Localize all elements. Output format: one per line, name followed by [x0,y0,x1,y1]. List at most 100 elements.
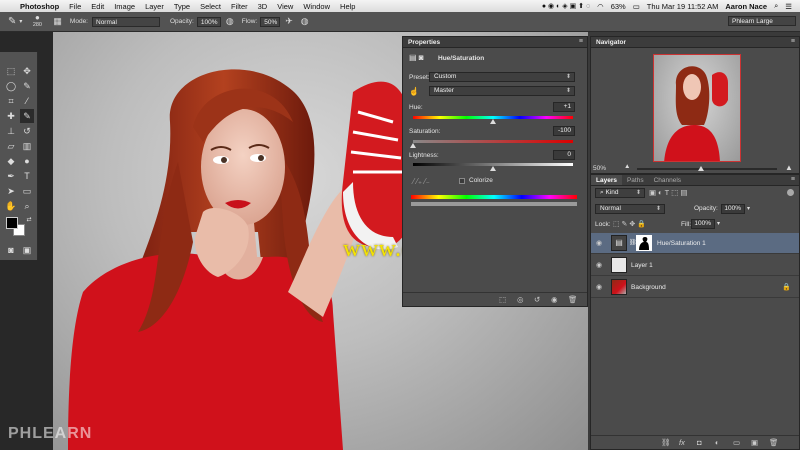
panel-menu-icon[interactable]: ≡ [791,38,795,45]
visibility-icon[interactable]: ◉ [551,295,558,304]
notification-icon[interactable]: ☰ [785,2,792,11]
mode-select[interactable]: Normal [92,16,160,27]
airbrush-icon[interactable]: ✈ [285,16,293,27]
layer-fill-field[interactable]: 100% [691,219,715,229]
dodge-icon[interactable]: ● [20,154,34,168]
saturation-slider-thumb[interactable] [410,143,416,148]
lightness-slider-thumb[interactable] [490,166,496,171]
panel-menu-icon[interactable]: ≡ [791,176,795,183]
tab-layers[interactable]: Layers [591,175,622,185]
channel-select[interactable]: Master [429,86,575,96]
brush-panel-icon[interactable]: ▦ [53,16,62,27]
navigator-thumbnail[interactable] [653,54,741,162]
hue-field[interactable]: +1 [553,102,575,112]
menu-edit[interactable]: Edit [91,2,104,11]
brush-preset-picker[interactable]: ● 280 [30,14,44,29]
saturation-field[interactable]: -100 [553,126,575,136]
marquee-icon[interactable]: ⬚ [4,64,18,78]
pressure-opacity-icon[interactable]: ◍ [226,16,234,27]
lightness-field[interactable]: 0 [553,150,575,160]
properties-title[interactable]: Properties [403,37,587,48]
eyedropper-tools[interactable]: ⁄ ⁄₊ ⁄₋ [413,177,430,186]
layer-row-hue-saturation[interactable]: ◉ ▤ ⛓ Hue/Saturation 1 [591,233,799,254]
crop-icon[interactable]: ⌗ [4,94,18,108]
visibility-eye-icon[interactable]: ◉ [596,283,602,291]
menu-app-name[interactable]: Photoshop [20,2,59,11]
zoom-slider-thumb[interactable] [698,166,704,171]
zoom-value[interactable]: 50% [593,165,606,172]
flow-field[interactable]: 50% [260,16,281,27]
reset-icon[interactable]: ↺ [534,295,540,304]
layer-filter-icons[interactable]: ▣ ◐ T ⬚ ▤ [649,188,687,197]
opacity-field[interactable]: 100% [196,16,221,27]
blend-mode-select[interactable]: Normal [595,204,665,214]
healing-icon[interactable]: ✚ [4,109,18,123]
foreground-color-swatch[interactable] [6,217,18,229]
menu-select[interactable]: Select [200,2,221,11]
lasso-icon[interactable]: ◯ [4,79,18,93]
screen-mode-icon[interactable]: ▣ [20,243,34,257]
eyedropper-icon[interactable]: ⁄ [20,94,34,108]
new-group-icon[interactable]: ▭ [733,438,740,447]
quick-select-icon[interactable]: ✎ [20,79,34,93]
workspace-select[interactable]: Phlearn Large [728,16,796,26]
visibility-eye-icon[interactable]: ◉ [596,261,602,269]
filter-kind-select[interactable]: ⌕ Kind [595,188,645,198]
zoom-in-icon[interactable]: ▲ [785,163,793,172]
menu-image[interactable]: Image [114,2,135,11]
hand-icon[interactable]: ✋ [4,199,18,213]
layer-row-background[interactable]: ◉ Background 🔒 [591,277,799,298]
user-name[interactable]: Aaron Nace [725,2,767,11]
add-mask-icon[interactable]: ◘ [697,438,702,447]
clip-to-layer-icon[interactable]: ⬚ [499,295,506,304]
menu-view[interactable]: View [277,2,293,11]
preset-select[interactable]: Custom [429,72,575,82]
layer-row-layer-1[interactable]: ◉ Layer 1 [591,255,799,276]
zoom-slider-track[interactable] [637,168,777,170]
link-layers-icon[interactable]: ⛓ [661,438,671,447]
path-select-icon[interactable]: ➤ [4,184,18,198]
battery-icon[interactable]: ▭ [633,2,640,11]
pressure-size-icon[interactable]: ◍ [301,16,309,27]
colorize-checkbox[interactable] [459,178,465,184]
menu-3d[interactable]: 3D [258,2,268,11]
layer-name[interactable]: Hue/Saturation 1 [657,240,706,247]
layer-style-icon[interactable]: fx [679,438,685,447]
delete-layer-icon[interactable]: 🗑 [769,438,779,447]
layer-opacity-field[interactable]: 100% [721,204,745,214]
brush-icon[interactable]: ✎ [20,109,34,123]
layer-name[interactable]: Layer 1 [631,262,653,269]
menu-window[interactable]: Window [303,2,330,11]
opacity-dropdown-icon[interactable]: ▾ [747,205,750,212]
navigator-title[interactable]: Navigator [591,37,799,48]
delete-icon[interactable]: 🗑 [568,295,578,304]
new-adjustment-icon[interactable]: ◐ [715,438,720,447]
filter-toggle[interactable] [787,189,794,196]
menu-layer[interactable]: Layer [145,2,164,11]
shape-icon[interactable]: ▭ [20,184,34,198]
stamp-icon[interactable]: ⊥ [4,124,18,138]
dropdown-arrow-icon[interactable]: ▾ [19,18,22,25]
tab-paths[interactable]: Paths [622,175,649,185]
spotlight-icon[interactable]: ⌕ [774,1,778,11]
layer-name[interactable]: Background [631,284,666,291]
menu-type[interactable]: Type [174,2,190,11]
type-icon[interactable]: T [20,169,34,183]
swap-colors-icon[interactable]: ⇄ [22,213,36,227]
history-brush-icon[interactable]: ↺ [20,124,34,138]
brush-tool-icon[interactable]: ✎ [8,16,16,27]
targeted-adjust-icon[interactable]: ☝ [409,87,419,96]
new-layer-icon[interactable]: ▣ [751,438,758,447]
blur-icon[interactable]: ◆ [4,154,18,168]
quick-mask-icon[interactable]: ◙ [4,243,18,257]
menu-filter[interactable]: Filter [231,2,248,11]
menu-file[interactable]: File [69,2,81,11]
layer-mask-thumbnail[interactable] [636,235,652,251]
zoom-out-icon[interactable]: ▲ [624,163,630,170]
lock-icons[interactable]: ⬚ ✎ ✥ 🔒 [613,220,646,228]
zoom-icon[interactable]: ⌕ [20,199,34,213]
hue-slider-thumb[interactable] [490,119,496,124]
visibility-eye-icon[interactable]: ◉ [596,239,602,247]
menu-help[interactable]: Help [340,2,355,11]
fill-dropdown-icon[interactable]: ▾ [717,220,720,227]
